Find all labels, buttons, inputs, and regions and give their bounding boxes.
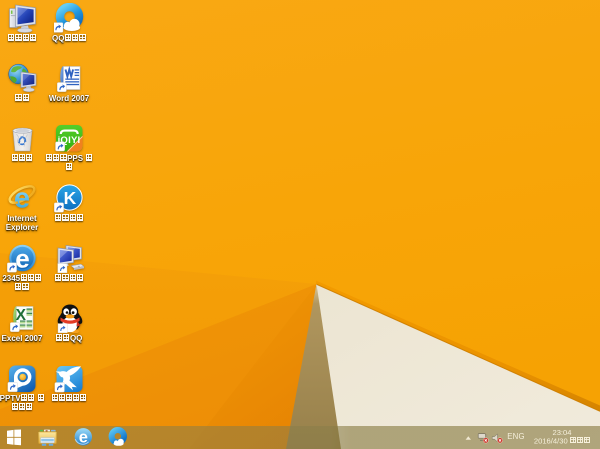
svg-text:e: e bbox=[15, 244, 29, 274]
svg-text:K: K bbox=[64, 188, 77, 208]
svg-text:X: X bbox=[16, 307, 27, 324]
svg-text:e: e bbox=[14, 183, 30, 213]
